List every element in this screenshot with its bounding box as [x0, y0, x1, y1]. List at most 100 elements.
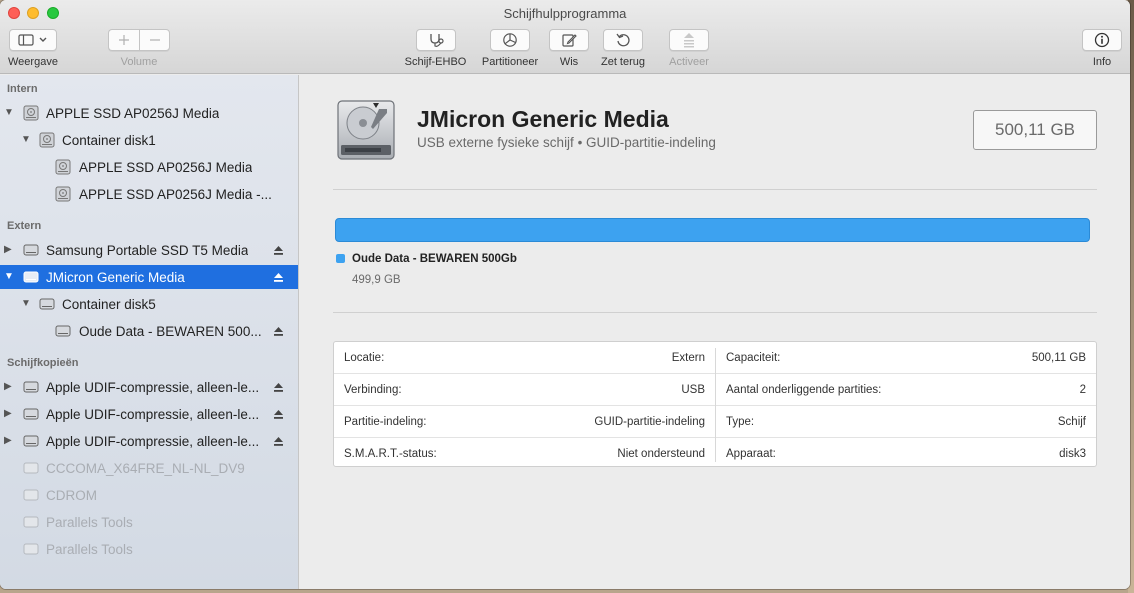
- disk-image-icon: [23, 543, 39, 555]
- restore-label: Zet terug: [600, 56, 646, 68]
- remove-volume-button[interactable]: [139, 29, 170, 51]
- disclosure-triangle-expanded-icon[interactable]: ▼: [4, 108, 14, 118]
- erase-button[interactable]: [549, 29, 589, 51]
- info-row-connection: Verbinding: USB: [334, 374, 715, 406]
- section-header-external: Extern: [7, 220, 42, 232]
- disk-subtitle: USB externe fysieke schijf • GUID-partit…: [417, 135, 716, 150]
- divider: [333, 189, 1097, 190]
- eject-icon[interactable]: [273, 245, 284, 256]
- sidebar-item-disk-image[interactable]: ▶ Apple UDIF-compressie, alleen-le...: [0, 429, 298, 453]
- sidebar-item-parallels-tools[interactable]: Parallels Tools: [0, 537, 298, 561]
- disclosure-triangle-expanded-icon[interactable]: ▼: [21, 299, 31, 309]
- info-row-child-count: Aantal onderliggende partities: 2: [716, 374, 1096, 406]
- volume-disk-icon: [55, 159, 71, 175]
- disclosure-triangle-collapsed-icon[interactable]: ▶: [4, 436, 14, 446]
- erase-control: Wis: [549, 29, 589, 68]
- erase-pencil-icon: [562, 34, 577, 47]
- disk-image-icon: [23, 435, 39, 447]
- disclosure-triangle-collapsed-icon[interactable]: ▶: [4, 245, 14, 255]
- sidebar-item-label: JMicron Generic Media: [46, 269, 185, 285]
- first-aid-label: Schijf-EHBO: [404, 56, 467, 68]
- sidebar-item-jmicron[interactable]: ▼ JMicron Generic Media: [0, 265, 298, 289]
- sidebar-item-apple-ssd-volume[interactable]: APPLE SSD AP0256J Media: [0, 155, 298, 179]
- disclosure-triangle-expanded-icon[interactable]: ▼: [4, 272, 14, 282]
- external-disk-icon: [23, 244, 39, 256]
- disk-image-icon: [23, 489, 39, 501]
- sidebar-view-icon: [18, 34, 47, 46]
- disk-name-heading: JMicron Generic Media: [417, 106, 669, 132]
- sidebar-item-label: Parallels Tools: [46, 514, 133, 530]
- sidebar-item-container-disk1[interactable]: ▼ Container disk1: [0, 128, 298, 152]
- info-icon: [1094, 32, 1110, 48]
- main-panel: JMicron Generic Media USB externe fysiek…: [300, 75, 1130, 589]
- sidebar-item-label: Oude Data - BEWAREN 500...: [79, 323, 262, 339]
- view-label: Weergave: [8, 56, 58, 68]
- volume-control: Volume: [108, 29, 170, 68]
- mount-button[interactable]: [669, 29, 709, 51]
- eject-icon[interactable]: [273, 382, 284, 393]
- info-label: S.M.A.R.T.-status:: [344, 448, 437, 460]
- info-value: Niet ondersteund: [617, 448, 705, 460]
- eject-icon[interactable]: [273, 326, 284, 337]
- sidebar-item-samsung-ssd[interactable]: ▶ Samsung Portable SSD T5 Media: [0, 238, 298, 262]
- info-row-type: Type: Schijf: [716, 406, 1096, 438]
- sidebar-item-cccoma-image[interactable]: CCCOMA_X64FRE_NL-NL_DV9: [0, 456, 298, 480]
- disclosure-triangle-collapsed-icon[interactable]: ▶: [4, 409, 14, 419]
- section-header-disk-images: Schijfkopieën: [7, 357, 79, 369]
- sidebar-item-label: Container disk5: [62, 296, 156, 312]
- sidebar-item-label: Samsung Portable SSD T5 Media: [46, 242, 249, 258]
- window-title: Schijfhulpprogramma: [503, 6, 627, 21]
- sidebar-item-label: APPLE SSD AP0256J Media: [46, 105, 220, 121]
- sidebar-item-apple-ssd[interactable]: ▼ APPLE SSD AP0256J Media: [0, 101, 298, 125]
- volume-disk-icon: [55, 325, 71, 337]
- info-label: Info: [1092, 56, 1112, 68]
- eject-icon[interactable]: [273, 409, 284, 420]
- info-row-partition-map: Partitie-indeling: GUID-partitie-indelin…: [334, 406, 715, 438]
- partition-size: 499,9 GB: [352, 274, 401, 286]
- disk-image-icon: [23, 381, 39, 393]
- view-control: Weergave: [8, 29, 58, 68]
- add-volume-button[interactable]: [108, 29, 139, 51]
- restore-button[interactable]: [603, 29, 643, 51]
- plus-icon: [119, 35, 129, 45]
- eject-icon[interactable]: [273, 272, 284, 283]
- disk-image-icon: [23, 408, 39, 420]
- sidebar-item-container-disk5[interactable]: ▼ Container disk5: [0, 292, 298, 316]
- sidebar-item-disk-image[interactable]: ▶ Apple UDIF-compressie, alleen-le...: [0, 402, 298, 426]
- sidebar-item-oude-data[interactable]: Oude Data - BEWAREN 500...: [0, 319, 298, 343]
- sidebar-item-label: Apple UDIF-compressie, alleen-le...: [46, 379, 260, 395]
- volume-label: Volume: [120, 56, 158, 68]
- restore-arrow-icon: [616, 33, 630, 47]
- mount-icon: [684, 33, 694, 48]
- mount-label: Activeer: [669, 56, 709, 68]
- pie-chart-icon: [503, 33, 517, 47]
- info-button[interactable]: [1082, 29, 1122, 51]
- first-aid-button[interactable]: [415, 29, 456, 51]
- info-label: Locatie:: [344, 351, 385, 364]
- info-control: Info: [1082, 29, 1122, 68]
- partition-usage-bar: [335, 218, 1090, 242]
- info-value: Schijf: [1057, 415, 1086, 428]
- capacity-badge: 500,11 GB: [973, 110, 1097, 150]
- erase-label: Wis: [559, 56, 579, 68]
- sidebar-item-label: Container disk1: [62, 132, 156, 148]
- hard-drive-icon: [337, 100, 395, 160]
- sidebar-item-parallels-tools[interactable]: Parallels Tools: [0, 510, 298, 534]
- view-button[interactable]: [8, 29, 57, 51]
- partition-color-swatch: [336, 254, 345, 263]
- sidebar-item-apple-ssd-data-volume[interactable]: APPLE SSD AP0256J Media -...: [0, 182, 298, 206]
- sidebar-item-label: APPLE SSD AP0256J Media: [79, 159, 253, 175]
- disclosure-triangle-expanded-icon[interactable]: ▼: [21, 135, 31, 145]
- partition-button[interactable]: [490, 29, 530, 51]
- disclosure-triangle-collapsed-icon[interactable]: ▶: [4, 382, 14, 392]
- sidebar-item-disk-image[interactable]: ▶ Apple UDIF-compressie, alleen-le...: [0, 375, 298, 399]
- mount-control: Activeer: [666, 29, 712, 68]
- info-value: disk3: [1059, 448, 1086, 460]
- info-value: 2: [1079, 383, 1086, 396]
- info-label: Partitie-indeling:: [344, 415, 427, 428]
- sidebar-item-cdrom-image[interactable]: CDROM: [0, 483, 298, 507]
- eject-icon[interactable]: [273, 436, 284, 447]
- divider: [333, 312, 1097, 313]
- info-value: GUID-partitie-indeling: [594, 415, 705, 428]
- info-row-smart-status: S.M.A.R.T.-status: Niet ondersteund: [334, 438, 715, 470]
